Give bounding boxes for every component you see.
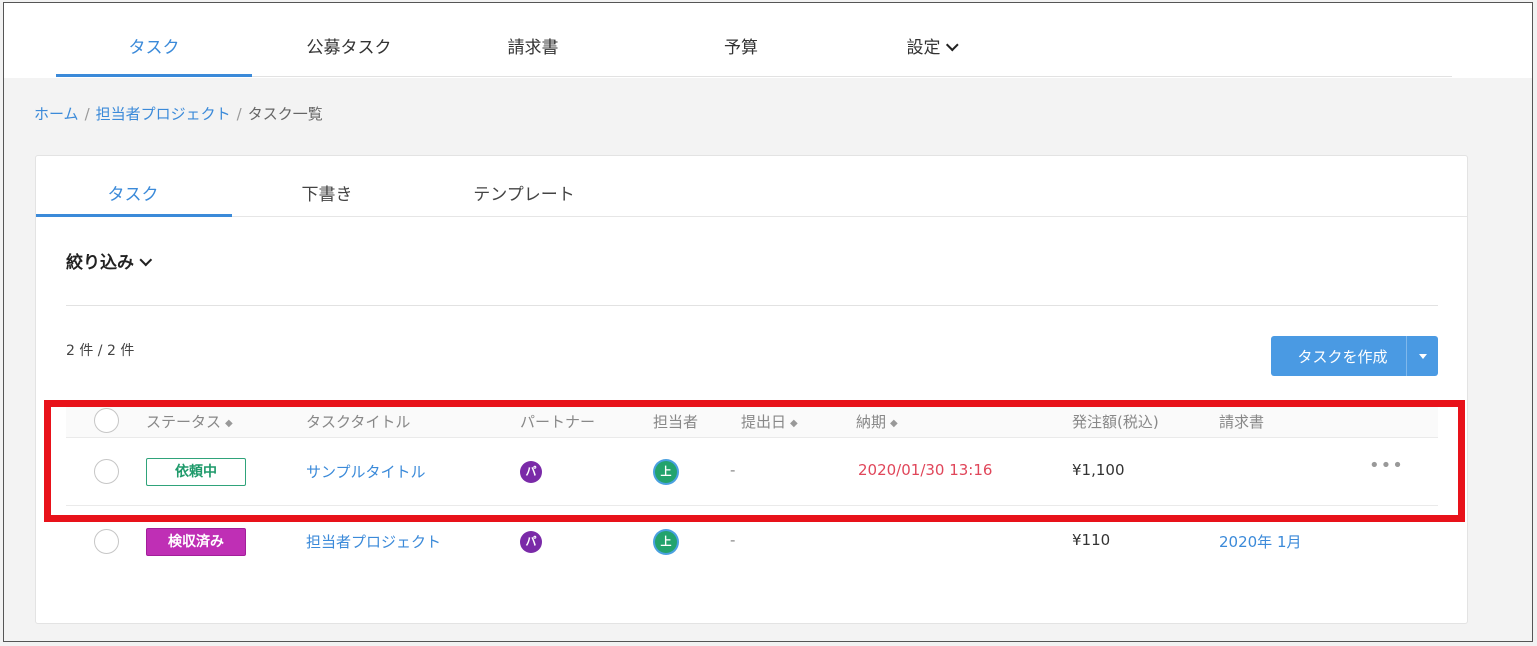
column-header-deadline[interactable]: 納期 ◆	[856, 411, 898, 432]
submitted-date: -	[730, 531, 736, 549]
column-header-amount: 発注額(税込)	[1072, 413, 1159, 431]
filter-label: 絞り込み	[66, 253, 134, 273]
column-header-partner: パートナー	[520, 413, 596, 431]
subtab-templates[interactable]: テンプレート	[473, 180, 575, 205]
chevron-down-icon	[139, 253, 153, 267]
assignee-avatar[interactable]: 上	[655, 531, 677, 553]
sort-icon: ◆	[890, 418, 898, 429]
column-header-invoice: 請求書	[1219, 413, 1265, 431]
nav-tab-settings-label: 設定	[906, 38, 941, 58]
table-row: 依頼中 サンプルタイトル パ 上 - 2020/01/30 13:16 ¥1,1…	[66, 438, 1438, 506]
select-all-radio[interactable]	[94, 408, 119, 433]
app-frame: タスク 公募タスク 請求書 予算 設定 ホーム / 担当者プロジェクト / タスク一覧 …	[3, 2, 1533, 642]
status-badge: 検収済み	[146, 528, 246, 556]
subtab-drafts[interactable]: 下書き	[302, 180, 353, 205]
column-header-label: 納期	[856, 413, 887, 431]
create-task-dropdown-button[interactable]	[1406, 336, 1438, 376]
subtab-active-indicator	[36, 214, 232, 217]
subtab-tasks[interactable]: タスク	[108, 180, 159, 205]
column-header-assignee: 担当者	[653, 413, 699, 431]
subtab-divider	[36, 216, 1467, 217]
assignee-avatar[interactable]: 上	[655, 461, 677, 483]
column-header-submitted[interactable]: 提出日 ◆	[741, 411, 798, 432]
filter-toggle[interactable]: 絞り込み	[66, 248, 153, 273]
status-badge: 依頼中	[146, 458, 246, 486]
row-select-radio[interactable]	[94, 529, 119, 554]
order-amount: ¥110	[1072, 531, 1111, 549]
create-task-button-group: タスクを作成	[1271, 336, 1438, 376]
breadcrumb-current: タスク一覧	[247, 105, 323, 123]
top-navigation: タスク 公募タスク 請求書 予算 設定	[4, 3, 1532, 78]
task-title-link[interactable]: 担当者プロジェクト	[306, 531, 441, 552]
nav-tab-settings[interactable]: 設定	[906, 33, 959, 58]
breadcrumb-home[interactable]: ホーム	[34, 105, 79, 123]
caret-down-icon	[1418, 353, 1427, 359]
task-title-link[interactable]: サンプルタイトル	[306, 461, 426, 482]
nav-tab-invoices[interactable]: 請求書	[508, 33, 559, 58]
sort-icon: ◆	[790, 418, 798, 429]
order-amount: ¥1,100	[1072, 461, 1125, 479]
filter-divider	[66, 305, 1438, 306]
chevron-down-icon	[945, 38, 959, 52]
breadcrumb-separator: /	[84, 105, 90, 123]
partner-avatar[interactable]: パ	[520, 531, 542, 553]
breadcrumb-project[interactable]: 担当者プロジェクト	[96, 105, 231, 123]
partner-avatar[interactable]: パ	[520, 461, 542, 483]
nav-tab-public-tasks[interactable]: 公募タスク	[307, 33, 392, 58]
table-header: ステータス ◆ タスクタイトル パートナー 担当者 提出日 ◆ 納期 ◆ 発注額(税込…	[66, 403, 1438, 438]
task-list-card: タスク 下書き テンプレート 絞り込み 2 件 / 2 件 タスクを作成 ステー…	[35, 155, 1468, 624]
column-header-status[interactable]: ステータス ◆	[146, 411, 233, 432]
more-actions-icon[interactable]: •••	[1369, 455, 1404, 476]
result-count: 2 件 / 2 件	[66, 343, 135, 359]
column-header-title: タスクタイトル	[306, 413, 411, 431]
breadcrumb: ホーム / 担当者プロジェクト / タスク一覧	[34, 103, 323, 124]
breadcrumb-separator: /	[236, 105, 242, 123]
active-tab-indicator	[56, 74, 252, 77]
table-row: 検収済み 担当者プロジェクト パ 上 - ¥110 2020年 1月	[66, 508, 1438, 576]
nav-tab-budget[interactable]: 予算	[724, 33, 758, 58]
nav-divider	[56, 76, 1452, 77]
create-task-button[interactable]: タスクを作成	[1271, 346, 1406, 367]
sort-icon: ◆	[225, 418, 233, 429]
column-header-label: 提出日	[741, 413, 787, 431]
nav-tab-tasks[interactable]: タスク	[129, 33, 180, 58]
deadline: 2020/01/30 13:16	[858, 461, 993, 479]
column-header-label: ステータス	[146, 413, 222, 431]
invoice-link[interactable]: 2020年 1月	[1219, 531, 1302, 552]
row-select-radio[interactable]	[94, 459, 119, 484]
submitted-date: -	[730, 461, 736, 479]
